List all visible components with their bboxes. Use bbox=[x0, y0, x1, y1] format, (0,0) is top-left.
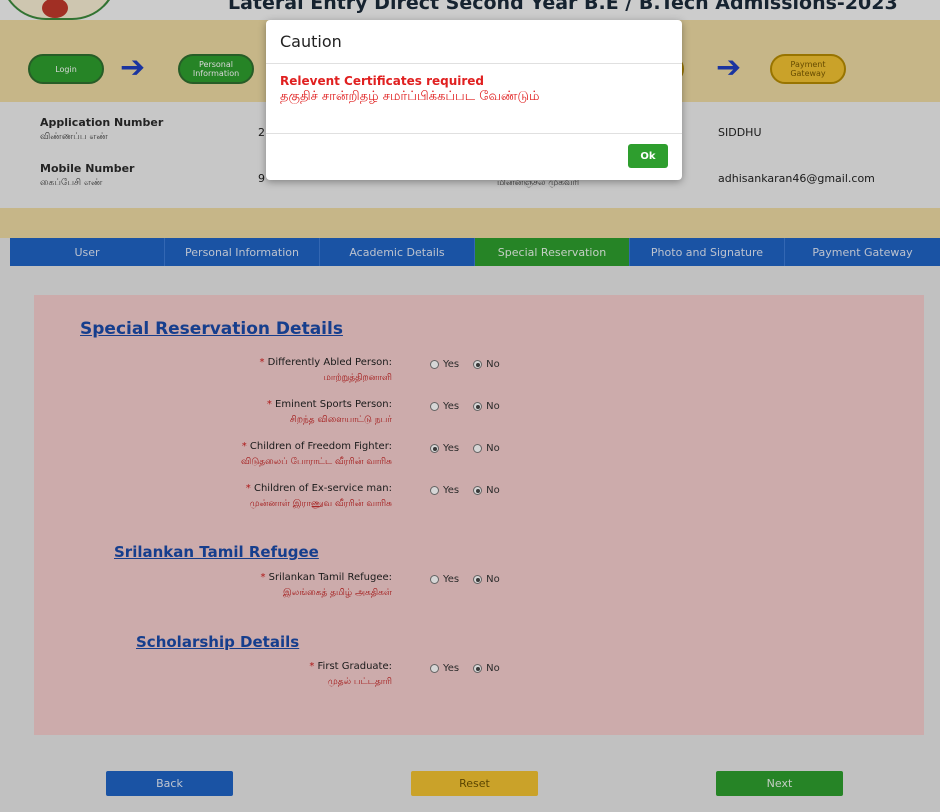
radio-option-no[interactable]: No bbox=[473, 359, 500, 370]
arrow-right-icon: ➔ bbox=[716, 50, 742, 85]
section-title-special-reservation: Special Reservation Details bbox=[80, 319, 343, 339]
radio-group-first-graduate: Yes No bbox=[430, 663, 514, 674]
radio-button[interactable] bbox=[473, 664, 483, 673]
radio-group-sports-person: Yes No bbox=[430, 401, 514, 412]
application-number-value: 2 bbox=[258, 126, 265, 139]
question-label: * Children of Freedom Fighter: bbox=[241, 441, 392, 452]
divider-band bbox=[0, 208, 940, 238]
radio-option-no[interactable]: No bbox=[473, 485, 500, 496]
question-label: * Srilankan Tamil Refugee: bbox=[260, 572, 392, 583]
step-login[interactable]: Login bbox=[28, 54, 104, 84]
radio-button[interactable] bbox=[473, 402, 483, 411]
question-label-ta: இலங்கைத் தமிழ் அகதிகள் bbox=[283, 588, 392, 598]
radio-option-yes[interactable]: Yes bbox=[430, 401, 459, 412]
radio-button[interactable] bbox=[473, 575, 483, 584]
question-label: * First Graduate: bbox=[309, 661, 392, 672]
radio-option-no[interactable]: No bbox=[473, 574, 500, 585]
email-value: adhisankaran46@gmail.com bbox=[718, 172, 875, 185]
page-title: Lateral Entry Direct Second Year B.E / B… bbox=[228, 0, 898, 14]
back-button[interactable]: Back bbox=[106, 771, 233, 796]
section-tabs: User Personal Information Academic Detai… bbox=[10, 238, 940, 266]
question-label: * Children of Ex-service man: bbox=[245, 483, 392, 494]
special-reservation-form: Special Reservation Details * Differentl… bbox=[34, 295, 924, 735]
section-title-srilankan-refugee: Srilankan Tamil Refugee bbox=[114, 543, 319, 561]
radio-option-yes[interactable]: Yes bbox=[430, 359, 459, 370]
applicant-name-value: SIDDHU bbox=[718, 126, 762, 139]
radio-group-srilankan-refugee: Yes No bbox=[430, 574, 514, 585]
dialog-message-ta: தகுதிச் சான்றிதழ் சமர்ப்பிக்கப்பட வேண்டு… bbox=[280, 89, 540, 104]
radio-button[interactable] bbox=[430, 575, 439, 584]
application-number-label: Application Number bbox=[40, 116, 164, 129]
question-label-ta: முதல் பட்டதாரி bbox=[327, 677, 392, 687]
question-label-ta: மாற்றுத்திறனாளி bbox=[323, 373, 392, 383]
university-logo bbox=[0, 0, 118, 20]
tab-user[interactable]: User bbox=[10, 238, 165, 266]
radio-button[interactable] bbox=[473, 486, 483, 495]
dialog-title: Caution bbox=[266, 20, 682, 64]
radio-button[interactable] bbox=[430, 402, 439, 411]
question-label-ta: முன்னாள் இராணுவ வீரரின் வாரிசு bbox=[249, 499, 392, 509]
question-label-ta: சிறந்த விளையாட்டு நபர் bbox=[289, 415, 392, 425]
radio-button[interactable] bbox=[430, 444, 439, 453]
radio-option-no[interactable]: No bbox=[473, 443, 500, 454]
dialog-body: Relevent Certificates required தகுதிச் ச… bbox=[266, 64, 682, 134]
logo-seal-icon bbox=[42, 0, 68, 18]
radio-option-no[interactable]: No bbox=[473, 663, 500, 674]
mobile-number-label: Mobile Number bbox=[40, 162, 135, 175]
ok-button[interactable]: Ok bbox=[628, 144, 668, 168]
dialog-message-en: Relevent Certificates required bbox=[280, 74, 485, 88]
radio-option-yes[interactable]: Yes bbox=[430, 663, 459, 674]
radio-group-differently-abled: Yes No bbox=[430, 359, 514, 370]
arrow-right-icon: ➔ bbox=[120, 50, 146, 85]
radio-button[interactable] bbox=[473, 360, 483, 369]
radio-button[interactable] bbox=[473, 444, 483, 453]
radio-option-no[interactable]: No bbox=[473, 401, 500, 412]
question-label: * Eminent Sports Person: bbox=[266, 399, 392, 410]
radio-option-yes[interactable]: Yes bbox=[430, 485, 459, 496]
section-title-scholarship: Scholarship Details bbox=[136, 633, 300, 651]
tab-personal-information[interactable]: Personal Information bbox=[165, 238, 320, 266]
page-header: Lateral Entry Direct Second Year B.E / B… bbox=[0, 0, 940, 20]
radio-button[interactable] bbox=[430, 486, 439, 495]
application-number-label-ta: விண்ணப்ப எண் bbox=[40, 132, 108, 142]
mobile-number-label-ta: கைப்பேசி எண் bbox=[40, 178, 103, 188]
question-label: * Differently Abled Person: bbox=[259, 357, 392, 368]
step-personal-information[interactable]: Personal Information bbox=[178, 54, 254, 84]
step-payment-gateway[interactable]: Payment Gateway bbox=[770, 54, 846, 84]
tab-special-reservation[interactable]: Special Reservation bbox=[475, 238, 630, 266]
caution-dialog: Caution Relevent Certificates required த… bbox=[266, 20, 682, 180]
question-label-ta: விடுதலைப் போராட்ட வீரரின் வாரிசு bbox=[240, 457, 392, 467]
reset-button[interactable]: Reset bbox=[411, 771, 538, 796]
tab-photo-and-signature[interactable]: Photo and Signature bbox=[630, 238, 785, 266]
mobile-number-value: 9 bbox=[258, 172, 265, 185]
next-button[interactable]: Next bbox=[716, 771, 843, 796]
radio-group-freedom-fighter: Yes No bbox=[430, 443, 514, 454]
tab-academic-details[interactable]: Academic Details bbox=[320, 238, 475, 266]
radio-option-yes[interactable]: Yes bbox=[430, 443, 459, 454]
tab-payment-gateway[interactable]: Payment Gateway bbox=[785, 238, 940, 266]
radio-group-ex-serviceman: Yes No bbox=[430, 485, 514, 496]
radio-button[interactable] bbox=[430, 664, 439, 673]
radio-button[interactable] bbox=[430, 360, 439, 369]
radio-option-yes[interactable]: Yes bbox=[430, 574, 459, 585]
